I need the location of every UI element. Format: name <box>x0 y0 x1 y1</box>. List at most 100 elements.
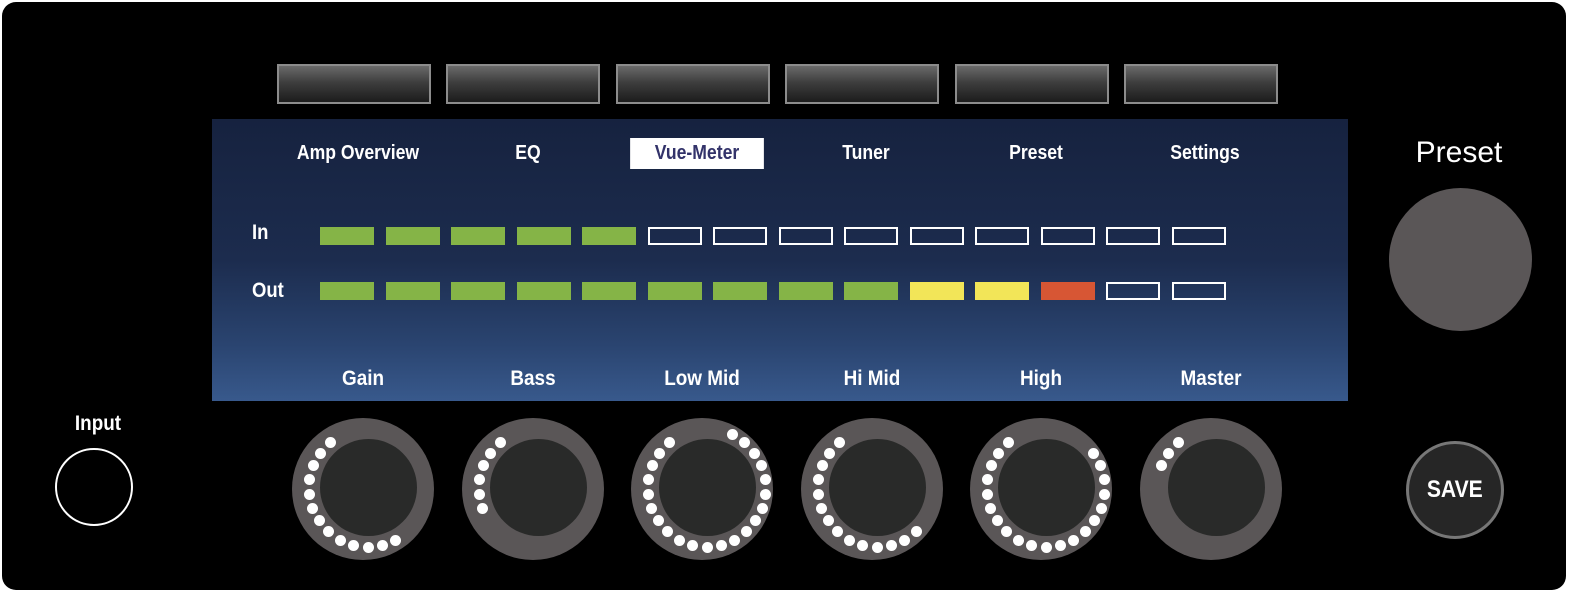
knob-level-dot <box>1095 502 1107 514</box>
out-meter-label: Out <box>252 279 284 302</box>
knob-level-dot <box>1155 460 1167 472</box>
out-meter-segment <box>385 282 440 300</box>
knob-level-dot <box>484 447 496 459</box>
softkey-1[interactable] <box>277 64 431 104</box>
in-meter-segment <box>451 227 505 245</box>
knob-level-dot <box>832 526 844 538</box>
in-meter-segment <box>844 227 898 245</box>
knob-level-dot <box>642 488 654 500</box>
knob-level-dot <box>1098 474 1110 486</box>
knob-level-dot <box>494 437 506 449</box>
knob-level-dot <box>729 534 741 546</box>
knob-level-dot <box>1026 539 1038 551</box>
softkey-6[interactable] <box>1124 64 1278 104</box>
knob-level-dot <box>843 534 855 546</box>
out-meter-segment <box>713 282 767 300</box>
in-meter-segment <box>647 227 702 245</box>
tab-amp-overview[interactable]: Amp Overview <box>291 138 425 169</box>
knob-level-dot <box>348 539 360 551</box>
knob-level-dot <box>899 534 911 546</box>
knob-level-dot <box>1012 534 1024 546</box>
knob-level-dot <box>982 474 994 486</box>
knob-hi-mid[interactable] <box>801 418 943 560</box>
knob-level-dot <box>653 447 665 459</box>
knob-level-dot <box>646 502 658 514</box>
knob-cap <box>1168 439 1265 536</box>
knob-level-dot <box>307 460 319 472</box>
knob-level-dot <box>477 502 489 514</box>
knob-master[interactable] <box>1140 418 1282 560</box>
in-meter-segment <box>1040 227 1095 245</box>
knob-level-dot <box>759 474 771 486</box>
knob-level-dot <box>750 515 762 527</box>
knob-level-dot <box>701 541 713 553</box>
knob-level-dot <box>756 460 768 472</box>
knob-level-dot <box>304 474 316 486</box>
out-meter-segment <box>451 282 505 300</box>
knob-label-bass: Bass <box>510 367 556 390</box>
knob-level-dot <box>816 460 828 472</box>
input-label: Input <box>74 412 122 435</box>
knob-level-dot <box>673 534 685 546</box>
out-meter-segment <box>1171 282 1226 300</box>
knob-cap <box>659 439 756 536</box>
knob-label-gain: Gain <box>341 367 385 390</box>
knob-level-dot <box>477 460 489 472</box>
knob-level-dot <box>303 488 315 500</box>
tab-vue-meter[interactable]: Vue-Meter <box>630 138 764 169</box>
softkey-2[interactable] <box>446 64 600 104</box>
in-meter-segment <box>582 227 636 245</box>
out-meter-segment <box>1106 282 1160 300</box>
knob-level-dot <box>715 539 727 551</box>
out-meter-segment <box>582 282 636 300</box>
out-meter-segment <box>909 282 964 300</box>
knob-level-dot <box>981 488 993 500</box>
knob-level-dot <box>362 541 374 553</box>
out-meter-segment <box>320 282 374 300</box>
knob-high[interactable] <box>970 418 1112 560</box>
in-meter-segment <box>385 227 440 245</box>
tab-tuner[interactable]: Tuner <box>799 138 933 169</box>
tab-eq[interactable]: EQ <box>461 138 595 169</box>
tab-preset[interactable]: Preset <box>969 138 1103 169</box>
softkey-5[interactable] <box>955 64 1109 104</box>
in-meter-segment <box>320 227 374 245</box>
knob-level-dot <box>992 447 1004 459</box>
softkey-4[interactable] <box>785 64 939 104</box>
amp-control-panel: Amp Overview EQ Vue-Meter Tuner Preset Settin… <box>2 2 1566 590</box>
knob-level-dot <box>473 488 485 500</box>
knob-level-dot <box>1040 541 1052 553</box>
knob-low-mid[interactable] <box>631 418 773 560</box>
knob-level-dot <box>910 526 922 538</box>
knob-level-dot <box>643 474 655 486</box>
knob-level-dot <box>1089 515 1101 527</box>
tab-settings[interactable]: Settings <box>1138 138 1272 169</box>
save-button[interactable]: SAVE <box>1406 441 1504 539</box>
knob-cap <box>490 439 587 536</box>
save-button-label: SAVE <box>1427 476 1483 503</box>
knob-level-dot <box>1068 534 1080 546</box>
in-meter-label: In <box>252 221 269 244</box>
preset-label: Preset <box>1415 136 1503 169</box>
knob-level-dot <box>474 474 486 486</box>
knob-level-dot <box>1088 447 1100 459</box>
knob-bass[interactable] <box>462 418 604 560</box>
out-meter-segment <box>647 282 702 300</box>
softkey-3[interactable] <box>616 64 770 104</box>
knob-level-dot <box>390 534 402 546</box>
out-meter-segment <box>778 282 833 300</box>
knob-level-dot <box>760 488 772 500</box>
knob-level-dot <box>323 526 335 538</box>
knob-gain[interactable] <box>292 418 434 560</box>
knob-level-dot <box>1099 488 1111 500</box>
knob-level-dot <box>376 539 388 551</box>
preset-knob[interactable] <box>1389 188 1532 331</box>
knob-level-dot <box>727 429 739 441</box>
knob-level-dot <box>662 526 674 538</box>
in-meter-segment <box>1171 227 1226 245</box>
knob-level-dot <box>756 502 768 514</box>
knob-level-dot <box>871 541 883 553</box>
knob-level-dot <box>749 447 761 459</box>
knob-level-dot <box>1001 526 1013 538</box>
input-jack[interactable] <box>55 448 133 526</box>
